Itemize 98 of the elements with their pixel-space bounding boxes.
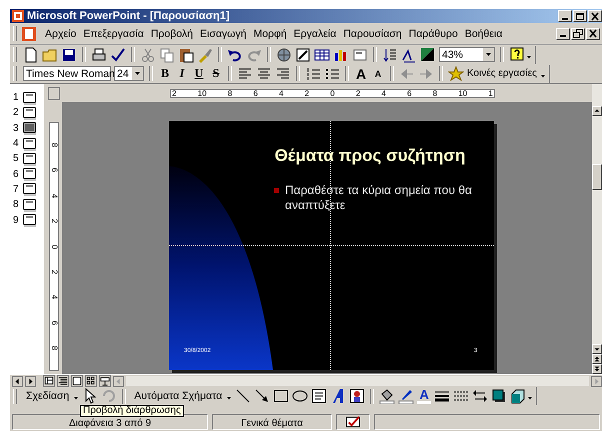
menu-item[interactable]: Εισαγωγή bbox=[197, 28, 250, 40]
menu-item[interactable]: Βοήθεια bbox=[462, 28, 506, 40]
globe-icon[interactable] bbox=[276, 46, 292, 62]
spelling-check-icon[interactable] bbox=[110, 46, 126, 62]
slide-title: Θέματα προς συζήτηση bbox=[274, 146, 466, 166]
formatting-icon[interactable] bbox=[401, 46, 417, 62]
increase-font-button[interactable]: A bbox=[354, 66, 368, 82]
font-size-field[interactable]: 24 bbox=[114, 66, 144, 81]
line-icon[interactable] bbox=[235, 388, 252, 404]
previous-slide-icon[interactable] bbox=[592, 354, 602, 364]
slide-number: 6 bbox=[13, 168, 20, 180]
oval-icon[interactable] bbox=[292, 388, 308, 404]
copy-icon[interactable] bbox=[159, 46, 175, 62]
text-style-button[interactable]: U bbox=[192, 66, 206, 81]
slide-number: 8 bbox=[13, 199, 20, 210]
slide-thumbnail-icon[interactable] bbox=[22, 167, 37, 182]
menu-item[interactable]: Αρχείο bbox=[42, 28, 80, 40]
scroll-thumb[interactable] bbox=[592, 164, 602, 190]
arrow-style-icon[interactable] bbox=[472, 388, 488, 404]
printer-icon[interactable] bbox=[91, 46, 107, 62]
slide-thumbnail-icon[interactable] bbox=[22, 198, 37, 212]
slide-thumbnail-icon[interactable] bbox=[22, 152, 37, 166]
align-left-icon[interactable] bbox=[237, 66, 253, 82]
autoshapes-menu-button[interactable]: Αυτόματα Σχήματα bbox=[131, 390, 226, 402]
table-icon[interactable] bbox=[314, 46, 330, 62]
grayscale-icon[interactable] bbox=[420, 46, 436, 62]
normal-view-icon[interactable] bbox=[43, 375, 55, 387]
bullet-icon bbox=[274, 188, 279, 193]
window-title: Microsoft PowerPoint - [Παρουσίαση1] bbox=[27, 10, 230, 22]
status-design-name: Γενικά θέματα bbox=[212, 414, 332, 430]
next-slide-icon[interactable] bbox=[592, 364, 602, 374]
line-pen-icon[interactable] bbox=[398, 388, 414, 404]
slide-thumbnail-icon[interactable] bbox=[22, 182, 37, 196]
horizontal-ruler: 2 10 8 6 4 2 0 2 4 6 8 10 1 bbox=[170, 89, 495, 98]
dropdown-icon[interactable] bbox=[132, 67, 143, 80]
font-color-button[interactable]: A bbox=[417, 388, 432, 404]
text-style-button[interactable]: S bbox=[209, 66, 223, 81]
new-document-icon[interactable] bbox=[23, 46, 39, 62]
slide-number: 4 bbox=[13, 138, 20, 150]
scroll-up-icon[interactable] bbox=[592, 106, 602, 116]
draw-menu-button[interactable]: Σχεδίαση bbox=[23, 390, 72, 402]
app-icon bbox=[12, 10, 24, 22]
vertical-ruler: 8 6 4 2 0 2 4 6 8 bbox=[49, 122, 59, 371]
outline-view-icon[interactable] bbox=[57, 375, 69, 387]
slide-number: 3 bbox=[13, 122, 20, 134]
scroll-left-icon[interactable] bbox=[12, 376, 23, 386]
ruler-corner bbox=[48, 87, 60, 100]
slide-number: 9 bbox=[13, 214, 20, 226]
menu-item[interactable]: Μορφή bbox=[250, 28, 290, 40]
open-folder-icon[interactable] bbox=[42, 46, 58, 62]
vertical-scrollbar[interactable] bbox=[592, 84, 602, 374]
text-box-icon[interactable] bbox=[311, 388, 328, 404]
dropdown-icon[interactable] bbox=[483, 48, 494, 61]
common-tasks-button[interactable]: Κοινές εργασίες bbox=[467, 68, 539, 79]
zoom-field[interactable]: 43% bbox=[439, 47, 495, 62]
menu-item[interactable]: Επεξεργασία bbox=[80, 28, 147, 40]
spelling-status-icon[interactable] bbox=[336, 414, 370, 430]
text-style-button[interactable]: B bbox=[158, 66, 172, 81]
slide-number: 1 bbox=[13, 92, 20, 104]
horizontal-scrollbar[interactable] bbox=[126, 376, 589, 386]
numbering-icon[interactable] bbox=[305, 66, 321, 82]
bullet-text: Παραθέστε τα κύρια σημεία που θα αναπτύξετε bbox=[285, 183, 473, 213]
slideshow-icon[interactable] bbox=[99, 375, 111, 387]
tooltip: Προβολή διάρθρωσης bbox=[80, 405, 184, 417]
expand-icon[interactable] bbox=[382, 46, 398, 62]
slide-thumbnail-icon[interactable] bbox=[22, 136, 37, 151]
fill-bucket-icon[interactable] bbox=[379, 388, 396, 404]
align-right-icon[interactable] bbox=[275, 66, 291, 82]
slide-number: 2 bbox=[13, 107, 20, 118]
menu-item[interactable]: Εργαλεία bbox=[290, 28, 340, 40]
shadow-icon[interactable] bbox=[491, 388, 508, 404]
menu-item[interactable]: Παράθυρο bbox=[406, 28, 461, 40]
slide-thumbnail-icon[interactable] bbox=[22, 106, 37, 120]
star-icon[interactable] bbox=[448, 66, 464, 82]
scroll-down-icon[interactable] bbox=[592, 344, 602, 354]
cube-3d-icon[interactable] bbox=[510, 388, 526, 404]
slide-view-icon[interactable] bbox=[71, 375, 83, 387]
table-border-icon[interactable] bbox=[295, 46, 311, 62]
slide-thumbnail-icon[interactable] bbox=[22, 213, 37, 228]
cut-icon[interactable] bbox=[140, 46, 156, 62]
document-icon[interactable] bbox=[21, 26, 37, 42]
paste-icon[interactable] bbox=[178, 46, 194, 62]
slide-thumbnail-icon[interactable] bbox=[22, 121, 37, 136]
sorter-view-icon[interactable] bbox=[85, 375, 97, 387]
menu-item[interactable]: Προβολή bbox=[148, 28, 196, 40]
help-icon[interactable] bbox=[509, 46, 525, 62]
new-slide-icon[interactable] bbox=[352, 46, 368, 62]
text-style-button[interactable]: I bbox=[175, 66, 189, 81]
clip-art-icon[interactable] bbox=[349, 388, 366, 404]
menu-item[interactable]: Παρουσίαση bbox=[340, 28, 405, 40]
decrease-font-button[interactable]: A bbox=[371, 68, 385, 78]
align-center-icon[interactable] bbox=[256, 66, 272, 82]
rectangle-icon[interactable] bbox=[273, 388, 290, 404]
arrow-icon[interactable] bbox=[254, 388, 270, 404]
slide-number: 5 bbox=[13, 153, 20, 164]
slide-thumbnail-icon[interactable] bbox=[22, 90, 37, 105]
scroll-right-icon[interactable] bbox=[25, 376, 36, 386]
slide-number: 7 bbox=[13, 184, 20, 195]
